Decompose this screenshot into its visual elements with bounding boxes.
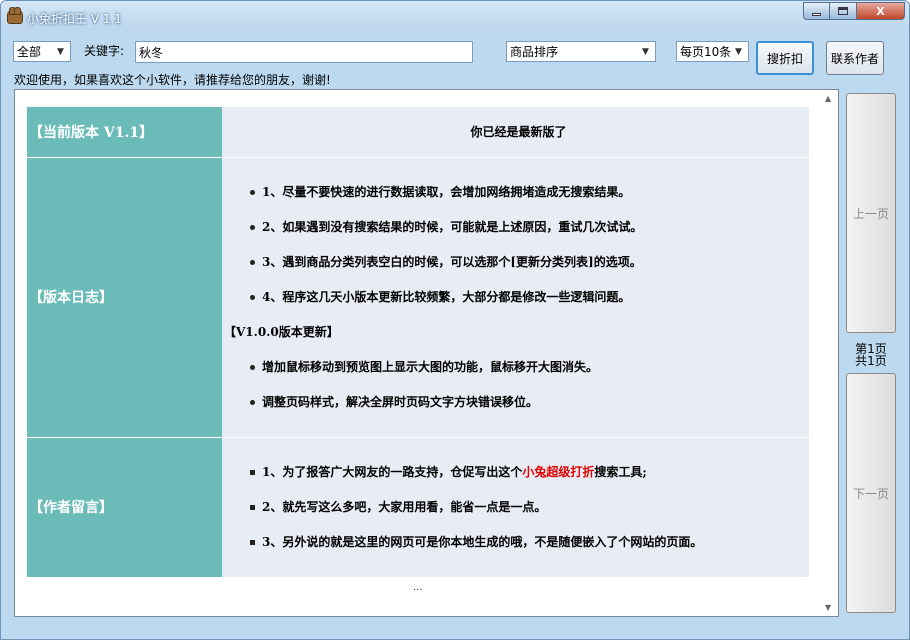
log-head: 【版本日志】 — [27, 157, 222, 438]
list-item: 1、为了报答广大网友的一路支持，仓促写出这个小兔超级打折搜索工具; — [228, 455, 809, 490]
v100-list: 增加鼠标移动到预览图上显示大图的功能，鼠标移开大图消失。 调整页码样式，解决全屏… — [228, 350, 809, 420]
page-info: 第1页 共1页 — [846, 343, 896, 367]
keyword-input[interactable]: 秋冬 — [135, 41, 473, 63]
per-page-select[interactable]: 每页10条 ▼ — [676, 41, 749, 62]
list-item: 2、就先写这么多吧，大家用用看，能省一点是一点。 — [228, 490, 809, 525]
toolbar: 全部 ▼ 关键字: 秋冬 商品排序 ▼ 每页10条 ▼ 搜折扣 联系作者 欢迎使… — [1, 31, 909, 91]
content-page: 【当前版本 V1.1】 你已经是最新版了 【版本日志】 1、尽量不要快速的进行数… — [27, 107, 809, 578]
list-item: 3、遇到商品分类列表空白的时候，可以选那个[更新分类列表]的选项。 — [228, 245, 809, 280]
search-button[interactable]: 搜折扣 — [756, 41, 814, 75]
window-controls: X — [803, 2, 905, 20]
title-bar[interactable]: 小兔折扣王 V 1.1 X — [1, 1, 909, 31]
next-page-button[interactable]: 下一页 — [846, 373, 896, 613]
list-item: 增加鼠标移动到预览图上显示大图的功能，鼠标移开大图消失。 — [228, 350, 809, 385]
app-window: 小兔折扣王 V 1.1 X 全部 ▼ 关键字: 秋冬 商品排序 ▼ 每页10条 — [0, 0, 910, 640]
bear-icon — [7, 7, 23, 24]
log-body: 1、尽量不要快速的进行数据读取，会增加网络拥堵造成无搜索结果。 2、如果遇到没有… — [222, 157, 809, 438]
version-text: 你已经是最新版了 — [222, 107, 809, 158]
welcome-text: 欢迎使用，如果喜欢这个小软件，请推荐给您的朋友，谢谢! — [14, 73, 331, 87]
category-select[interactable]: 全部 ▼ — [13, 41, 71, 62]
list-item: 调整页码样式，解决全屏时页码文字方块错误移位。 — [228, 385, 809, 420]
scroll-down-icon[interactable]: ▼ — [825, 603, 831, 612]
info-table: 【当前版本 V1.1】 你已经是最新版了 【版本日志】 1、尽量不要快速的进行数… — [27, 107, 809, 578]
maximize-icon — [838, 7, 848, 15]
prev-page-button[interactable]: 上一页 — [846, 93, 896, 333]
v100-heading: 【V1.0.0版本更新】 — [224, 324, 339, 339]
note-row: 【作者留言】 1、为了报答广大网友的一路支持，仓促写出这个小兔超级打折搜索工具;… — [27, 437, 809, 578]
maximize-button[interactable] — [830, 2, 857, 20]
list-item: 3、另外说的就是这里的网页可是你本地生成的哦，不是随便嵌入了个网站的页面。 — [228, 525, 809, 560]
log-row: 【版本日志】 1、尽量不要快速的进行数据读取，会增加网络拥堵造成无搜索结果。 2… — [27, 157, 809, 438]
chevron-down-icon: ▼ — [735, 46, 742, 57]
contact-author-button[interactable]: 联系作者 — [826, 41, 884, 75]
close-icon: X — [876, 4, 885, 18]
version-row: 【当前版本 V1.1】 你已经是最新版了 — [27, 107, 809, 158]
sort-select[interactable]: 商品排序 ▼ — [506, 41, 656, 62]
close-button[interactable]: X — [857, 2, 905, 20]
vertical-scrollbar[interactable]: ▲ ▼ — [821, 90, 838, 616]
page-ellipsis: ... — [413, 582, 423, 593]
content-browser: 【当前版本 V1.1】 你已经是最新版了 【版本日志】 1、尽量不要快速的进行数… — [14, 89, 839, 617]
total-pages: 共1页 — [855, 354, 887, 368]
app-name-highlight: 小兔超级打折 — [522, 464, 595, 479]
log-list: 1、尽量不要快速的进行数据读取，会增加网络拥堵造成无搜索结果。 2、如果遇到没有… — [228, 175, 809, 315]
note-list: 1、为了报答广大网友的一路支持，仓促写出这个小兔超级打折搜索工具; 2、就先写这… — [228, 455, 809, 560]
note-item1-post: 搜索工具; — [594, 464, 647, 479]
sort-select-value: 商品排序 — [510, 45, 559, 59]
chevron-down-icon: ▼ — [57, 46, 64, 57]
chevron-down-icon: ▼ — [642, 46, 649, 57]
window-title: 小兔折扣王 V 1.1 — [27, 12, 122, 26]
keyword-input-value: 秋冬 — [139, 45, 164, 60]
list-item: 2、如果遇到没有搜索结果的时候，可能就是上述原因，重试几次试试。 — [228, 210, 809, 245]
minimize-button[interactable] — [803, 2, 830, 20]
note-body: 1、为了报答广大网友的一路支持，仓促写出这个小兔超级打折搜索工具; 2、就先写这… — [222, 437, 809, 578]
version-head: 【当前版本 V1.1】 — [27, 107, 222, 158]
list-item: 4、程序这几天小版本更新比较频繁，大部分都是修改一些逻辑问题。 — [228, 280, 809, 315]
keyword-label: 关键字: — [84, 44, 125, 58]
note-item1-pre: 1、为了报答广大网友的一路支持，仓促写出这个 — [262, 464, 523, 479]
list-item: 1、尽量不要快速的进行数据读取，会增加网络拥堵造成无搜索结果。 — [228, 175, 809, 210]
scroll-up-icon[interactable]: ▲ — [825, 94, 831, 103]
per-page-select-value: 每页10条 — [680, 45, 732, 59]
minimize-icon — [812, 12, 821, 16]
category-select-value: 全部 — [17, 45, 42, 59]
note-head: 【作者留言】 — [27, 437, 222, 578]
